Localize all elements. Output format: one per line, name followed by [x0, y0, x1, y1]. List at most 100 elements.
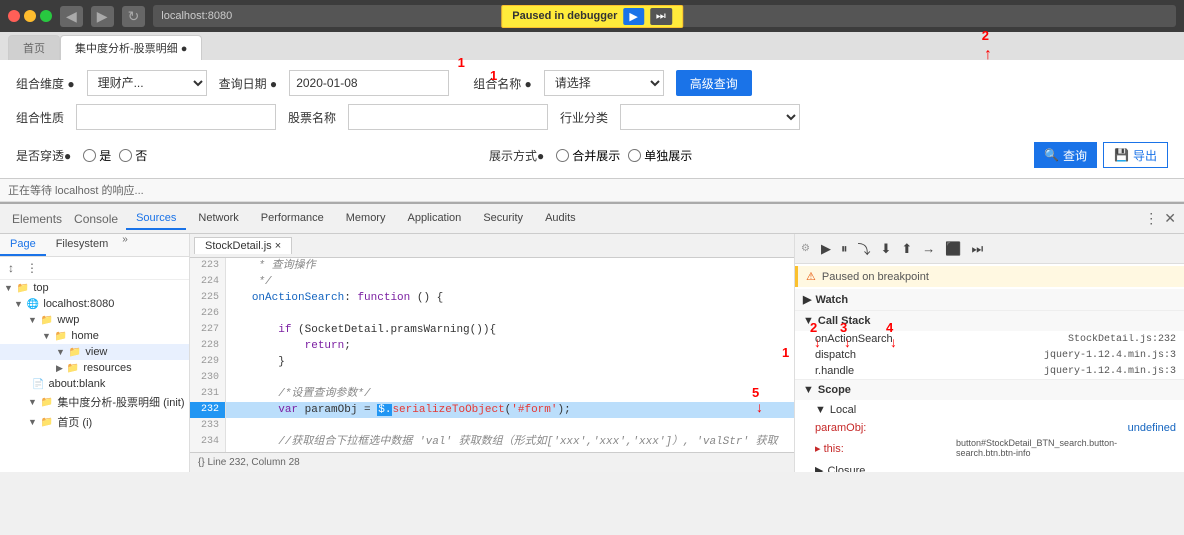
status-text: 正在等待 localhost 的响应... [8, 185, 144, 197]
pause-btn[interactable]: ⏸ [838, 239, 851, 259]
step-over-button[interactable]: ⏭ [650, 8, 672, 25]
tree-item-localhost[interactable]: ▼ 🌐 localhost:8080 [0, 296, 189, 312]
folder-resources-icon: 📁 [67, 363, 79, 374]
step-over-btn[interactable]: ⤵ [854, 237, 873, 260]
resume-execution-btn[interactable]: ▶ [818, 239, 834, 259]
radio-merge-label[interactable]: 合并展示 [556, 147, 620, 164]
refresh-button[interactable]: ↻ [122, 6, 146, 27]
code-tab-bar: StockDetail.js × [190, 234, 794, 258]
radio-single-label[interactable]: 单独展示 [628, 147, 692, 164]
callstack-item-0[interactable]: onActionSearch StockDetail.js:232 [795, 331, 1184, 347]
tree-item-view[interactable]: ▼ 📁 view [0, 344, 189, 360]
devtools-security-tab[interactable]: Security [473, 208, 533, 230]
radio-yes[interactable] [83, 149, 96, 162]
search-button[interactable]: 🔍 查询 [1034, 142, 1097, 168]
devtools: Elements Console Sources Network Perform… [0, 202, 1184, 472]
paused-badge: Paused in debugger ▶ ⏭ [501, 5, 683, 28]
callstack-name-2: r.handle [815, 365, 854, 377]
tab-analysis[interactable]: 集中度分析-股票明细 ● [60, 35, 202, 60]
url-text: localhost:8080 [161, 10, 232, 22]
tree-item-homepage[interactable]: ▼ 📁 首页 (i) [0, 412, 189, 432]
export-button[interactable]: 💾 导出 [1103, 142, 1168, 168]
tree-label-localhost: localhost:8080 [43, 298, 114, 310]
devtools-network-tab[interactable]: Network [188, 208, 248, 230]
dont-pause-exceptions-btn[interactable]: ⏭ [968, 239, 986, 259]
local-var-name-0: paramObj: [815, 422, 866, 434]
close-devtools-icon[interactable]: ✕ [1164, 210, 1176, 227]
tree-item-aboutblank[interactable]: 📄 about:blank [0, 376, 189, 392]
minimize-btn[interactable] [24, 10, 36, 22]
callstack-label: Call Stack [818, 315, 871, 327]
more-icon[interactable]: ⋮ [1144, 210, 1158, 227]
maximize-btn[interactable] [40, 10, 52, 22]
stock-input[interactable] [348, 104, 548, 130]
select-zuhe[interactable]: 理财产... [87, 70, 207, 96]
breakpoint-msg: Paused on breakpoint [822, 271, 929, 283]
deactivate-breakpoints-btn[interactable]: ⬛ [942, 239, 964, 259]
label-date: 查询日期 ● [219, 75, 278, 92]
tree-label-view: view [85, 346, 107, 358]
file-tree: ▼ 📁 top ▼ 🌐 localhost:8080 ▼ 📁 wwp [0, 280, 189, 472]
sidebar-more-btn[interactable]: ⋮ [22, 259, 42, 277]
resume-button[interactable]: ▶ [623, 8, 643, 25]
local-header[interactable]: ▼ Local [795, 400, 1184, 420]
sidebar-actions: ↕ ⋮ [0, 257, 189, 280]
tree-label-homepage: 首页 (i) [57, 414, 92, 430]
select-zuhe-name[interactable]: 请选择 [544, 70, 664, 96]
display-row: 是否穿透● 是 否 展示方式● 合并展示 [16, 138, 1168, 172]
forward-button[interactable]: ▶ [91, 6, 114, 27]
devtools-sources-tab[interactable]: Sources [126, 208, 186, 230]
step-into-btn[interactable]: ⬇ [877, 239, 894, 259]
sidebar-tab-page[interactable]: Page [0, 234, 46, 256]
close-btn[interactable] [8, 10, 20, 22]
tree-item-home[interactable]: ▼ 📁 home [0, 328, 189, 344]
radio-no-label[interactable]: 否 [119, 147, 147, 164]
date-input[interactable] [289, 70, 449, 96]
step-btn[interactable]: → [919, 239, 938, 258]
radio-merge[interactable] [556, 149, 569, 162]
label-zuhe-name: 组合名称 ● [473, 75, 532, 92]
tree-item-jzdanalysis[interactable]: ▼ 📁 集中度分析-股票明细 (init) [0, 392, 189, 412]
sidebar-expand-icon[interactable]: » [118, 234, 132, 256]
code-line-230: 230 [190, 370, 794, 386]
callstack-item-2[interactable]: r.handle jquery-1.12.4.min.js:3 [795, 363, 1184, 379]
tree-item-wwp[interactable]: ▼ 📁 wwp [0, 312, 189, 328]
radio-no[interactable] [119, 149, 132, 162]
sidebar-sync-btn[interactable]: ↕ [4, 259, 18, 277]
back-button[interactable]: ◀ [60, 6, 83, 27]
sidebar-tab-filesystem[interactable]: Filesystem [46, 234, 119, 256]
radio-single[interactable] [628, 149, 641, 162]
callstack-item-1[interactable]: dispatch jquery-1.12.4.min.js:3 [795, 347, 1184, 363]
debug-panel: ⚙ ▶ ⏸ ⤵ ⬇ ⬆ → ⬛ ⏭ ⚠ [794, 234, 1184, 472]
devtools-application-tab[interactable]: Application [397, 208, 471, 230]
code-line-231: 231 /*设置查询参数*/ [190, 386, 794, 402]
browser-chrome: ◀ ▶ ↻ localhost:8080 Paused in debugger … [0, 0, 1184, 32]
debug-toolbar-label: ⚙ [801, 243, 810, 254]
devtools-audits-tab[interactable]: Audits [535, 208, 586, 230]
select-hangye[interactable] [620, 104, 800, 130]
radio-yes-label[interactable]: 是 [83, 147, 111, 164]
export-icon: 💾 [1114, 148, 1129, 162]
closure-header[interactable]: ▶ Closure [795, 460, 1184, 472]
search-icon: 🔍 [1044, 148, 1059, 162]
tree-item-resources[interactable]: ▶ 📁 resources [0, 360, 189, 376]
devtools-performance-tab[interactable]: Performance [251, 208, 334, 230]
arrow-jzdanalysis: ▼ [28, 397, 37, 407]
scope-header[interactable]: ▼ Scope [795, 380, 1184, 400]
devtools-console-tab[interactable]: Console [68, 212, 124, 226]
devtools-elements-tab[interactable]: Elements [8, 212, 66, 226]
tab-home[interactable]: 首页 [8, 35, 60, 60]
code-file-tab[interactable]: StockDetail.js × [194, 237, 292, 254]
tree-item-top[interactable]: ▼ 📁 top [0, 280, 189, 296]
arrow-home: ▼ [42, 331, 51, 341]
folder-home-icon: 📁 [55, 331, 67, 342]
devtools-memory-tab[interactable]: Memory [336, 208, 396, 230]
local-var-this: ▸ this: button#StockDetail_BTN_search.bu… [795, 436, 1184, 460]
devtools-icons: ⋮ ✕ [1144, 210, 1176, 227]
xingzhi-input[interactable] [76, 104, 276, 130]
tab-home-label: 首页 [23, 40, 45, 56]
step-out-btn[interactable]: ⬆ [898, 239, 915, 259]
callstack-header[interactable]: ▼ Call Stack [795, 311, 1184, 331]
watch-header[interactable]: ▶ Watch [795, 289, 1184, 310]
advanced-search-button[interactable]: 高级查询 [676, 70, 752, 96]
